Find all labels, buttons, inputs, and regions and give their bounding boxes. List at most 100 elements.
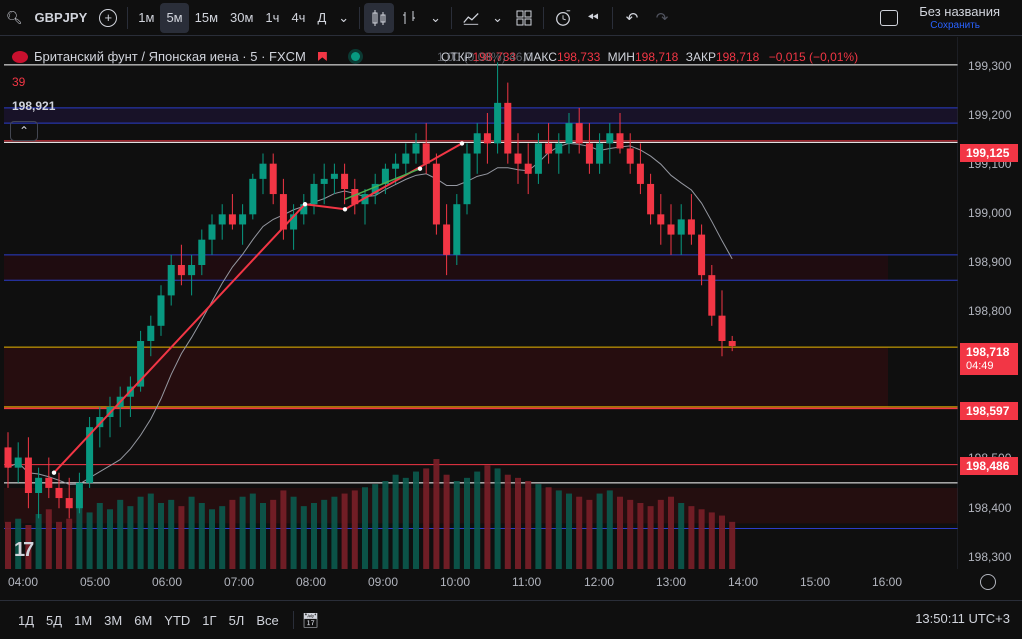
layout-name-block[interactable]: Без названия Сохранить bbox=[919, 4, 1000, 31]
replay-button[interactable]: ⏪︎ bbox=[578, 3, 608, 33]
candle-body bbox=[55, 487, 63, 499]
volume-bar bbox=[107, 509, 113, 569]
candle-body bbox=[4, 447, 12, 468]
interval-dropdown[interactable]: ⌄ bbox=[332, 3, 355, 33]
volume-bar bbox=[362, 487, 368, 569]
trend-point bbox=[459, 141, 465, 146]
price-chart[interactable] bbox=[0, 37, 1022, 569]
volume-bar bbox=[158, 503, 164, 569]
trend-line bbox=[53, 142, 463, 474]
range-3m[interactable]: 3М bbox=[98, 613, 128, 628]
calendar-icon[interactable]: 📅︎ bbox=[302, 612, 320, 629]
layout-grid-button[interactable] bbox=[509, 3, 539, 33]
volume-bar bbox=[535, 484, 542, 569]
candle-body bbox=[647, 183, 655, 215]
chart-type-dropdown[interactable]: ⌄ bbox=[424, 3, 447, 33]
interval-1m[interactable]: 1м bbox=[132, 3, 160, 33]
interval-4h[interactable]: 4ч bbox=[285, 3, 311, 33]
time-tick: 07:00 bbox=[224, 575, 255, 589]
collapse-legend-button[interactable]: ⌃ bbox=[10, 121, 38, 141]
volume-bar bbox=[311, 503, 317, 569]
volume-bar bbox=[606, 490, 613, 569]
volume-bar bbox=[270, 499, 277, 569]
range-5d[interactable]: 5Д bbox=[40, 613, 68, 628]
price-tick: 199,200 bbox=[968, 108, 1012, 122]
indicators-icon bbox=[463, 12, 479, 25]
interval-15m[interactable]: 15м bbox=[189, 3, 224, 33]
market-open-icon bbox=[350, 52, 360, 61]
volume-bar bbox=[198, 503, 205, 569]
toolbar-divider bbox=[359, 6, 361, 29]
candle-body bbox=[432, 163, 440, 225]
chevron-up-icon: ⌃ bbox=[18, 124, 30, 138]
volume-bar bbox=[300, 506, 307, 569]
volume-bar bbox=[464, 477, 470, 569]
undo-button[interactable]: ↶ bbox=[617, 3, 647, 33]
time-tick: 14:00 bbox=[728, 575, 759, 589]
gear-icon[interactable] bbox=[980, 574, 996, 590]
candle-body bbox=[188, 265, 196, 276]
alert-button[interactable] bbox=[548, 3, 578, 33]
range-1y[interactable]: 1Г bbox=[196, 613, 222, 628]
price-axis[interactable]: 199,300 199,200 199,100 199,000 198,900 … bbox=[958, 37, 1022, 569]
candle-body bbox=[718, 315, 726, 341]
volume-bar bbox=[86, 512, 93, 569]
compare-add-button[interactable]: + bbox=[93, 3, 123, 33]
volume-bar bbox=[525, 481, 532, 569]
indicators-button[interactable] bbox=[456, 3, 486, 33]
interval-1h[interactable]: 1ч bbox=[259, 3, 285, 33]
bar-chart-button[interactable] bbox=[394, 3, 424, 33]
time-tick: 16:00 bbox=[872, 575, 903, 589]
layout-checkbox[interactable] bbox=[880, 10, 898, 26]
tradingview-logo[interactable]: 17 bbox=[14, 539, 34, 562]
interval-30m[interactable]: 30м bbox=[224, 3, 259, 33]
candle-body bbox=[708, 275, 716, 316]
range-ytd[interactable]: YTD bbox=[158, 613, 196, 628]
volume-bar bbox=[5, 521, 11, 569]
time-tick: 08:00 bbox=[296, 575, 327, 589]
candle-body bbox=[728, 341, 736, 347]
range-5y[interactable]: 5Л bbox=[223, 613, 251, 628]
candle-body bbox=[249, 178, 257, 215]
low-value: 198,718 bbox=[634, 50, 679, 64]
symbol-search[interactable]: 🔍︎ GBPJPY bbox=[0, 3, 93, 33]
change-value: −0,015 (−0,01%) bbox=[768, 50, 859, 64]
toolbar-divider bbox=[127, 6, 129, 29]
save-link[interactable]: Сохранить bbox=[919, 20, 980, 31]
volume-bar bbox=[729, 521, 736, 569]
volume-bar bbox=[76, 506, 83, 569]
volume-bar bbox=[555, 490, 562, 569]
chart-type-candles-button[interactable] bbox=[364, 2, 395, 33]
candle-body bbox=[65, 498, 73, 509]
interval-1d[interactable]: Д bbox=[311, 3, 332, 33]
volume-bar bbox=[392, 474, 399, 569]
price-tick: 198,300 bbox=[968, 550, 1012, 564]
candle-body bbox=[565, 123, 573, 144]
candle-body bbox=[35, 477, 43, 493]
range-1d[interactable]: 1Д bbox=[12, 613, 40, 628]
price-label-198597: 198,597 bbox=[960, 402, 1018, 420]
chart-pane[interactable]: Британский фунт / Японская иена · 5 · FX… bbox=[0, 37, 1022, 602]
candle-body bbox=[392, 163, 400, 169]
candle-body bbox=[494, 102, 502, 144]
range-1m[interactable]: 1М bbox=[68, 613, 98, 628]
time-axis[interactable]: 04:00 05:00 06:00 07:00 08:00 09:00 10:0… bbox=[0, 569, 958, 595]
range-6m[interactable]: 6М bbox=[128, 613, 158, 628]
current-price: 198,718 bbox=[966, 345, 1010, 359]
redo-button[interactable]: ↷ bbox=[647, 3, 677, 33]
clock[interactable]: 13:50:11 UTC+3 bbox=[915, 611, 1010, 626]
indicators-dropdown[interactable]: ⌄ bbox=[486, 3, 509, 33]
time-tick: 04:00 bbox=[8, 575, 39, 589]
bar-countdown: 04:49 bbox=[966, 360, 994, 372]
volume-bar bbox=[66, 518, 73, 569]
candle-body bbox=[310, 183, 318, 205]
price-tick: 198,400 bbox=[968, 501, 1012, 515]
range-all[interactable]: Все bbox=[250, 613, 284, 628]
candle-body bbox=[208, 224, 216, 240]
candle-body bbox=[14, 457, 22, 468]
candle-body bbox=[157, 295, 165, 326]
volume-bar bbox=[413, 471, 419, 569]
volume-bar bbox=[504, 474, 511, 569]
volume-bar bbox=[372, 484, 379, 569]
interval-5m[interactable]: 5м bbox=[160, 2, 189, 33]
